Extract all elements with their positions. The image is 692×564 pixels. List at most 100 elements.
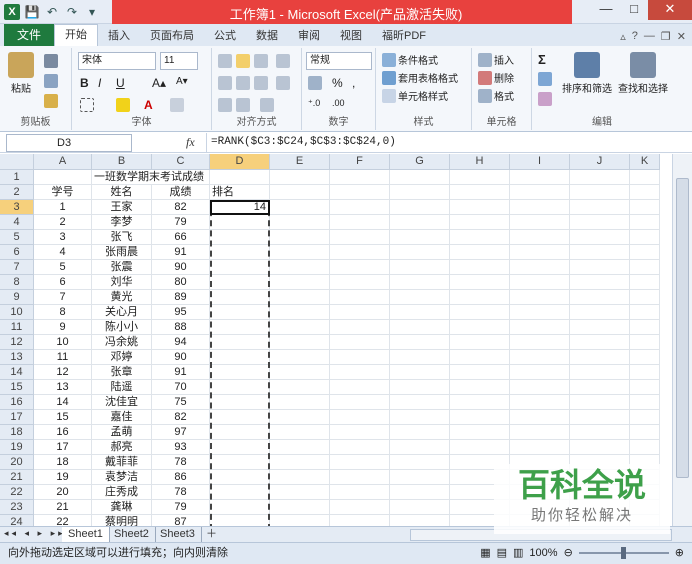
paste-button[interactable]: 粘贴 (6, 52, 36, 95)
cell-g22[interactable] (390, 485, 450, 500)
cell-k8[interactable] (630, 275, 660, 290)
cell-a3[interactable]: 1 (34, 200, 92, 215)
cell-a19[interactable]: 17 (34, 440, 92, 455)
cell-k6[interactable] (630, 245, 660, 260)
percent-button[interactable]: % (332, 76, 343, 90)
cell-k12[interactable] (630, 335, 660, 350)
cell-j15[interactable] (570, 380, 630, 395)
align-middle-button[interactable] (236, 54, 250, 68)
zoom-level[interactable]: 100% (529, 543, 557, 563)
cell-f22[interactable] (330, 485, 390, 500)
cell-g4[interactable] (390, 215, 450, 230)
cell-d11[interactable] (210, 320, 270, 335)
cell-h13[interactable] (450, 350, 510, 365)
zoom-slider[interactable] (578, 547, 669, 559)
cell-c2[interactable]: 成绩 (152, 185, 210, 200)
cell-e19[interactable] (270, 440, 330, 455)
cell-j16[interactable] (570, 395, 630, 410)
cell-i2[interactable] (510, 185, 570, 200)
cell-e24[interactable] (270, 515, 330, 526)
row-header-4[interactable]: 4 (0, 215, 34, 230)
column-header-i[interactable]: I (510, 154, 570, 170)
cell-a21[interactable]: 19 (34, 470, 92, 485)
cell-f4[interactable] (330, 215, 390, 230)
cell-k14[interactable] (630, 365, 660, 380)
cell-g9[interactable] (390, 290, 450, 305)
cell-k10[interactable] (630, 305, 660, 320)
cell-g19[interactable] (390, 440, 450, 455)
cell-f24[interactable] (330, 515, 390, 526)
cell-b22[interactable]: 庄秀成 (92, 485, 152, 500)
cell-h19[interactable] (450, 440, 510, 455)
cell-c12[interactable]: 94 (152, 335, 210, 350)
cell-j10[interactable] (570, 305, 630, 320)
cell-a15[interactable]: 13 (34, 380, 92, 395)
shrink-font-button[interactable]: A▾ (176, 76, 188, 87)
cell-h1[interactable] (450, 170, 510, 185)
cell-b23[interactable]: 龚琳 (92, 500, 152, 515)
cell-c16[interactable]: 75 (152, 395, 210, 410)
align-right-button[interactable] (254, 76, 268, 90)
cell-b7[interactable]: 张震 (92, 260, 152, 275)
maximize-button[interactable]: □ (620, 0, 648, 20)
tab-view[interactable]: 视图 (330, 26, 372, 46)
comma-button[interactable]: , (352, 76, 355, 90)
cell-g11[interactable] (390, 320, 450, 335)
cell-i4[interactable] (510, 215, 570, 230)
cell-c9[interactable]: 89 (152, 290, 210, 305)
column-header-g[interactable]: G (390, 154, 450, 170)
cell-a20[interactable]: 18 (34, 455, 92, 470)
cell-j9[interactable] (570, 290, 630, 305)
column-header-e[interactable]: E (270, 154, 330, 170)
cell-f13[interactable] (330, 350, 390, 365)
cell-f7[interactable] (330, 260, 390, 275)
decrease-decimal-button[interactable]: .00 (332, 98, 345, 108)
tab-review[interactable]: 审阅 (288, 26, 330, 46)
cell-e16[interactable] (270, 395, 330, 410)
row-header-12[interactable]: 12 (0, 335, 34, 350)
conditional-format-button[interactable]: 条件格式 (382, 52, 438, 67)
cell-j14[interactable] (570, 365, 630, 380)
cell-a1[interactable] (34, 170, 92, 185)
cell-j2[interactable] (570, 185, 630, 200)
column-header-b[interactable]: B (92, 154, 152, 170)
decrease-indent-button[interactable] (218, 98, 232, 112)
cell-f15[interactable] (330, 380, 390, 395)
cell-d6[interactable] (210, 245, 270, 260)
cell-i15[interactable] (510, 380, 570, 395)
cell-g18[interactable] (390, 425, 450, 440)
cell-j3[interactable] (570, 200, 630, 215)
cell-c21[interactable]: 86 (152, 470, 210, 485)
format-cells-button[interactable]: 格式 (478, 88, 514, 103)
cell-a10[interactable]: 8 (34, 305, 92, 320)
cell-f14[interactable] (330, 365, 390, 380)
cell-g20[interactable] (390, 455, 450, 470)
find-select-button[interactable]: 查找和选择 (616, 52, 670, 95)
page-layout-view-icon[interactable]: ▤ (497, 543, 507, 563)
row-header-16[interactable]: 16 (0, 395, 34, 410)
cell-h14[interactable] (450, 365, 510, 380)
cell-e2[interactable] (270, 185, 330, 200)
cell-a6[interactable]: 4 (34, 245, 92, 260)
row-header-3[interactable]: 3 (0, 200, 34, 215)
cell-k1[interactable] (630, 170, 660, 185)
cell-a23[interactable]: 21 (34, 500, 92, 515)
cell-c14[interactable]: 91 (152, 365, 210, 380)
cell-k18[interactable] (630, 425, 660, 440)
column-header-a[interactable]: A (34, 154, 92, 170)
cell-b2[interactable]: 姓名 (92, 185, 152, 200)
cell-i16[interactable] (510, 395, 570, 410)
row-header-19[interactable]: 19 (0, 440, 34, 455)
row-header-2[interactable]: 2 (0, 185, 34, 200)
cell-k17[interactable] (630, 410, 660, 425)
cell-e17[interactable] (270, 410, 330, 425)
cell-i19[interactable] (510, 440, 570, 455)
cell-d18[interactable] (210, 425, 270, 440)
row-header-18[interactable]: 18 (0, 425, 34, 440)
zoom-in-icon[interactable]: ⊕ (675, 543, 684, 563)
cell-a11[interactable]: 9 (34, 320, 92, 335)
format-as-table-button[interactable]: 套用表格格式 (382, 70, 458, 85)
cell-e1[interactable] (270, 170, 330, 185)
cell-b21[interactable]: 袁梦洁 (92, 470, 152, 485)
cell-i6[interactable] (510, 245, 570, 260)
